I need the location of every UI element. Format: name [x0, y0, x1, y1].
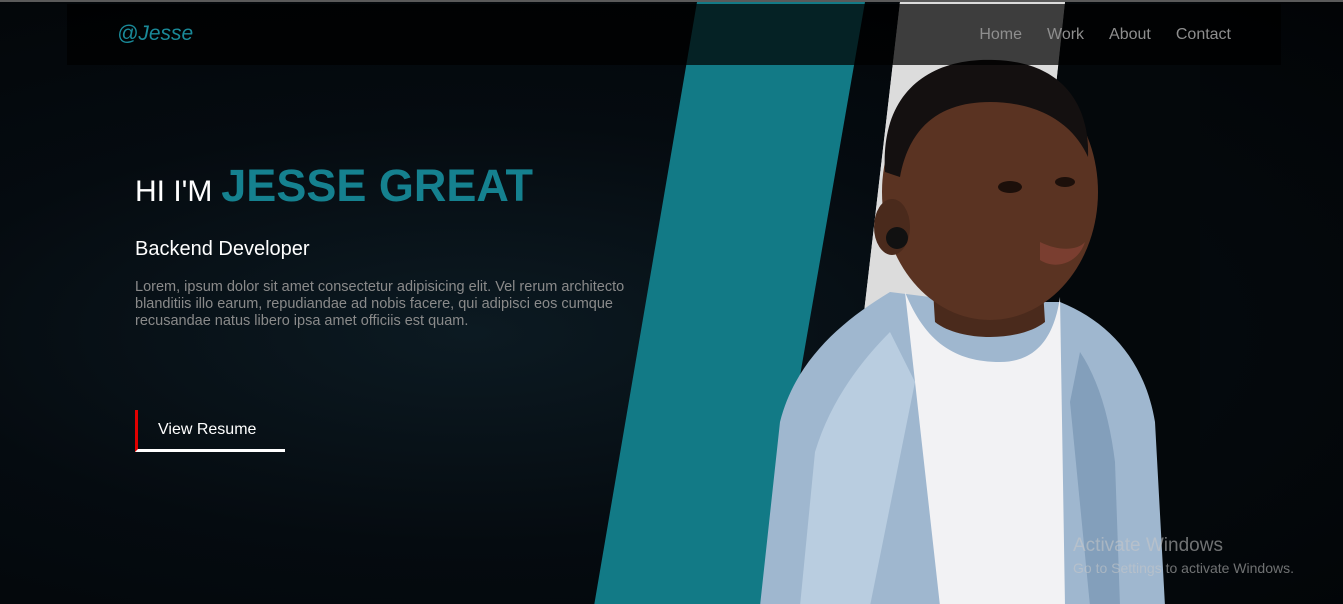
watermark-subtitle: Go to Settings to activate Windows.: [1073, 560, 1294, 576]
nav-link-contact[interactable]: Contact: [1176, 26, 1231, 44]
site-logo[interactable]: @Jesse: [117, 22, 193, 46]
nav-link-work[interactable]: Work: [1047, 26, 1084, 44]
watermark-title: Activate Windows: [1073, 535, 1223, 556]
hero-section: HI I'M JESSE GREAT Backend Developer Lor…: [135, 160, 655, 330]
page-viewport: @Jesse Home Work About Contact HI I'M JE…: [0, 0, 1343, 604]
hero-name: JESSE GREAT: [221, 160, 534, 211]
hero-bio: Lorem, ipsum dolor sit amet consectetur …: [135, 279, 625, 329]
top-navbar: @Jesse Home Work About Contact: [67, 4, 1281, 65]
profile-portrait: [760, 2, 1200, 604]
nav-links: Home Work About Contact: [979, 26, 1231, 44]
hero-greeting: HI I'M: [135, 175, 213, 208]
hero-role: Backend Developer: [135, 238, 310, 260]
nav-link-about[interactable]: About: [1109, 26, 1151, 44]
view-resume-button[interactable]: View Resume: [135, 410, 285, 452]
hero-heading: HI I'M JESSE GREAT: [135, 160, 655, 212]
nav-link-home[interactable]: Home: [979, 26, 1022, 44]
activate-windows-watermark: Activate Windows Go to Settings to activ…: [1073, 535, 1294, 576]
